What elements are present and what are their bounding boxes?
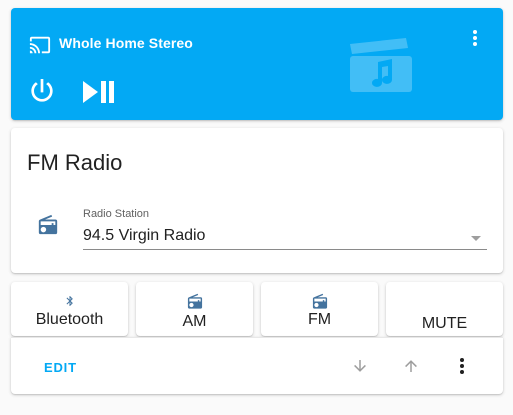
card-footer: EDIT [11, 337, 503, 394]
edit-button[interactable]: EDIT [44, 360, 77, 375]
power-icon [31, 79, 53, 102]
fm-button[interactable]: FM [261, 282, 378, 336]
radio-station-label: Radio Station [83, 208, 150, 220]
radio-icon [186, 293, 204, 315]
move-down-button[interactable] [351, 357, 369, 380]
play-pause-button[interactable] [81, 79, 117, 110]
am-button-label: AM [182, 313, 207, 330]
move-up-button[interactable] [402, 357, 420, 380]
media-menu-button[interactable] [469, 28, 481, 48]
mute-button-label: MUTE [421, 315, 468, 332]
arrow-up-icon [405, 360, 417, 372]
cast-icon [28, 34, 52, 61]
dots-vertical-icon [460, 358, 464, 374]
fm-card-title: FM Radio [27, 150, 123, 175]
bluetooth-button-label: Bluetooth [35, 311, 104, 328]
media-player-card: Whole Home Stereo [11, 8, 503, 120]
fm-button-label: FM [307, 311, 332, 328]
footer-divider [11, 337, 503, 338]
media-player-title: Whole Home Stereo [59, 35, 193, 51]
footer-menu-button[interactable] [456, 357, 468, 380]
power-button[interactable] [26, 75, 58, 112]
fm-radio-card: FM Radio Radio Station 94.5 Virgin Radio [11, 128, 503, 273]
play-pause-icon [83, 81, 114, 103]
bluetooth-button[interactable]: Bluetooth [11, 282, 128, 336]
radio-station-select[interactable]: 94.5 Virgin Radio [83, 224, 487, 250]
dropdown-arrow-icon [471, 236, 481, 241]
dots-vertical-icon [473, 30, 477, 46]
arrow-down-icon [354, 360, 366, 372]
video-music-icon [348, 38, 414, 99]
am-button[interactable]: AM [136, 282, 253, 336]
radio-icon [37, 214, 59, 241]
radio-station-value: 94.5 Virgin Radio [83, 227, 206, 244]
mute-button[interactable]: MUTE [386, 282, 503, 336]
